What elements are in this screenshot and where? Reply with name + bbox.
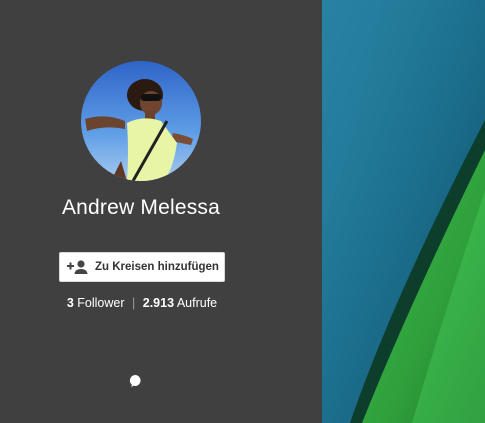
views-label: Aufrufe [176, 296, 218, 310]
comment-icon[interactable] [128, 374, 142, 388]
views-count: 2.913 [142, 296, 175, 310]
profile-name: Andrew Melessa [61, 196, 221, 219]
profile-stats: 3 Follower | 2.913 Aufrufe [0, 296, 284, 310]
add-person-icon [67, 259, 89, 275]
profile-panel: Andrew Melessa Zu Kreisen hinzufügen 3 F… [0, 0, 322, 423]
cover-image [322, 0, 485, 423]
stats-separator: | [132, 296, 136, 310]
avatar[interactable] [81, 61, 201, 181]
profile-card: Andrew Melessa Zu Kreisen hinzufügen 3 F… [0, 0, 485, 423]
followers-count: 3 [66, 296, 74, 310]
followers-label[interactable]: Follower [77, 296, 124, 310]
add-to-circles-button[interactable]: Zu Kreisen hinzufügen [59, 252, 225, 282]
add-to-circles-label: Zu Kreisen hinzufügen [95, 261, 219, 273]
